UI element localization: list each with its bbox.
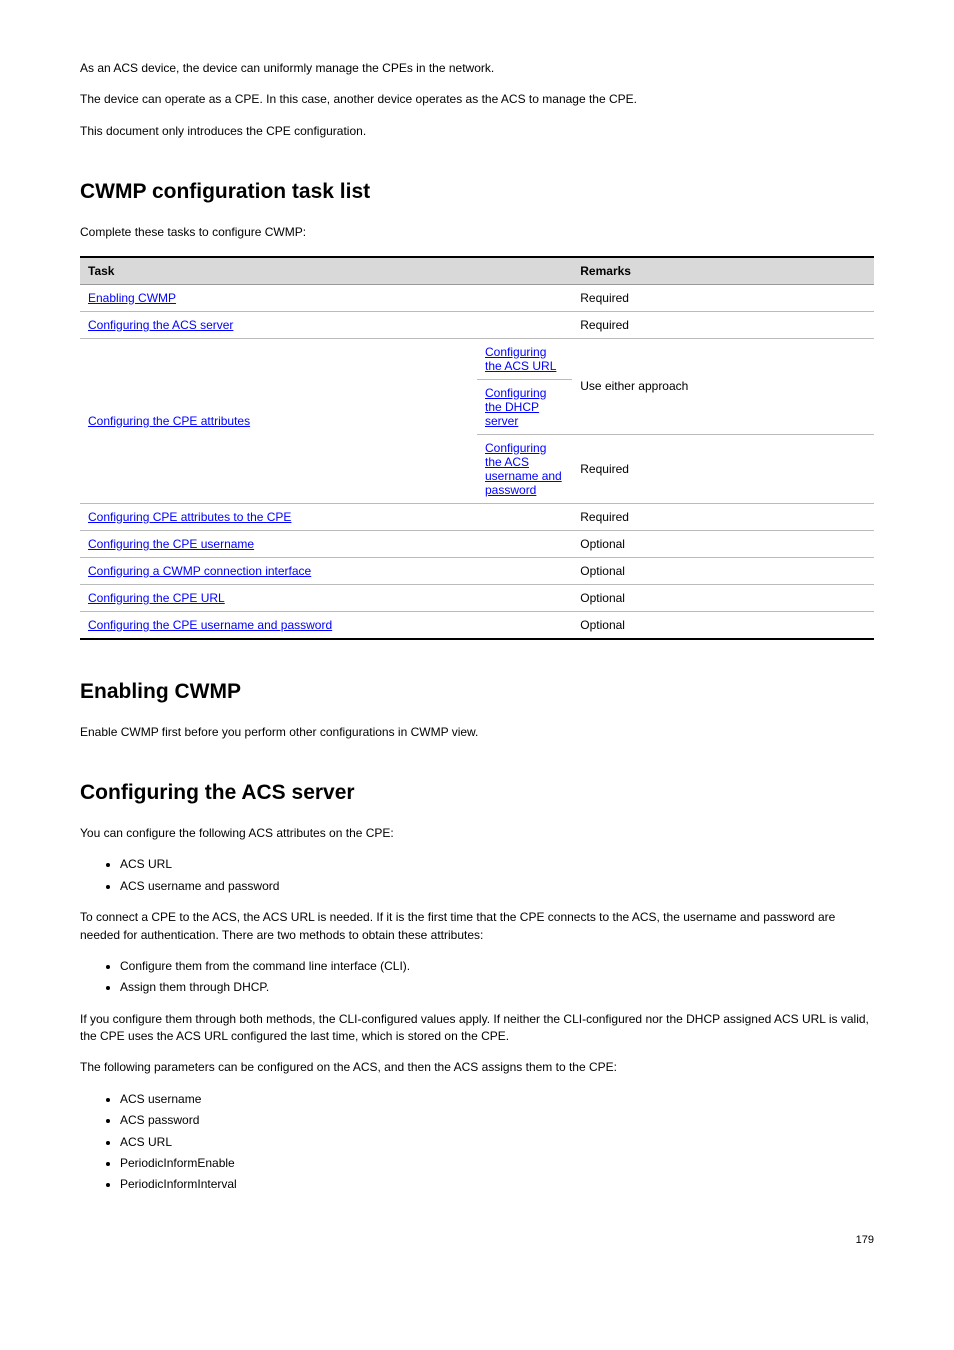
- list-item: PeriodicInformInterval: [120, 1176, 874, 1193]
- link-cpe-username[interactable]: Configuring the CPE username: [88, 537, 254, 551]
- table-row: Configuring the CPE attributes Configuri…: [80, 338, 874, 379]
- cell-remark: Optional: [572, 530, 874, 557]
- list-item: ACS username: [120, 1091, 874, 1108]
- link-cfg-acs-url[interactable]: Configuring the ACS URL: [485, 345, 556, 373]
- list-item: ACS URL: [120, 1134, 874, 1151]
- acs-list3: ACS username ACS password ACS URL Period…: [80, 1091, 874, 1194]
- table-row: Configuring the CPE username and passwor…: [80, 611, 874, 639]
- cell-remark: Required: [572, 284, 874, 311]
- table-row: Configuring the ACS server Required: [80, 311, 874, 338]
- cell-remark: Required: [572, 311, 874, 338]
- table-row: Configuring a CWMP connection interface …: [80, 557, 874, 584]
- link-cfg-acs-server[interactable]: Configuring the ACS server: [88, 318, 233, 332]
- heading-cfg-task-list: CWMP configuration task list: [80, 180, 874, 204]
- table-row: Configuring CPE attributes to the CPE Re…: [80, 503, 874, 530]
- enabling-cwmp-p: Enable CWMP first before you perform oth…: [80, 724, 874, 741]
- acs-list2: Configure them from the command line int…: [80, 958, 874, 997]
- th-remarks: Remarks: [572, 257, 874, 285]
- intro-p2: The device can operate as a CPE. In this…: [80, 91, 874, 108]
- table-row: Configuring the CPE URL Optional: [80, 584, 874, 611]
- page-number: 179: [80, 1234, 874, 1246]
- cell-remark: Required: [572, 503, 874, 530]
- list-item: ACS username and password: [120, 878, 874, 895]
- acs-p1: You can configure the following ACS attr…: [80, 825, 874, 842]
- cell-remark: Optional: [572, 611, 874, 639]
- cell-remark: Optional: [572, 584, 874, 611]
- acs-p3: If you configure them through both metho…: [80, 1011, 874, 1046]
- list-item: PeriodicInformEnable: [120, 1155, 874, 1172]
- list-item: ACS URL: [120, 856, 874, 873]
- intro-p1: As an ACS device, the device can uniform…: [80, 60, 874, 77]
- cfg-task-list-intro: Complete these tasks to configure CWMP:: [80, 224, 874, 241]
- table-row: Configuring the CPE username Optional: [80, 530, 874, 557]
- cell-remark: Optional: [572, 557, 874, 584]
- link-cpe-url[interactable]: Configuring the CPE URL: [88, 591, 225, 605]
- cfg-task-table: Task Remarks Enabling CWMP Required Conf…: [80, 256, 874, 640]
- cell-remark: Use either approach: [572, 338, 874, 434]
- link-cfg-cpe-attributes[interactable]: Configuring the CPE attributes: [88, 414, 250, 428]
- acs-list1: ACS URL ACS username and password: [80, 856, 874, 895]
- list-item: Configure them from the command line int…: [120, 958, 874, 975]
- heading-cfg-acs: Configuring the ACS server: [80, 781, 874, 805]
- list-item: ACS password: [120, 1112, 874, 1129]
- link-cfg-dhcp[interactable]: Configuring the DHCP server: [485, 386, 546, 428]
- link-cfg-acs-userpass[interactable]: Configuring the ACS username and passwor…: [485, 441, 562, 497]
- th-task: Task: [80, 257, 572, 285]
- cell-remark: Required: [572, 434, 874, 503]
- heading-enabling-cwmp: Enabling CWMP: [80, 680, 874, 704]
- link-cwmp-conn-iface[interactable]: Configuring a CWMP connection interface: [88, 564, 311, 578]
- acs-p2: To connect a CPE to the ACS, the ACS URL…: [80, 909, 874, 944]
- table-row: Enabling CWMP Required: [80, 284, 874, 311]
- intro-p3: This document only introduces the CPE co…: [80, 123, 874, 140]
- acs-p4: The following parameters can be configur…: [80, 1059, 874, 1076]
- link-enabling-cwmp[interactable]: Enabling CWMP: [88, 291, 176, 305]
- link-cpe-userpass[interactable]: Configuring the CPE username and passwor…: [88, 618, 332, 632]
- list-item: Assign them through DHCP.: [120, 979, 874, 996]
- link-cpe-attr-to-cpe[interactable]: Configuring CPE attributes to the CPE: [88, 510, 291, 524]
